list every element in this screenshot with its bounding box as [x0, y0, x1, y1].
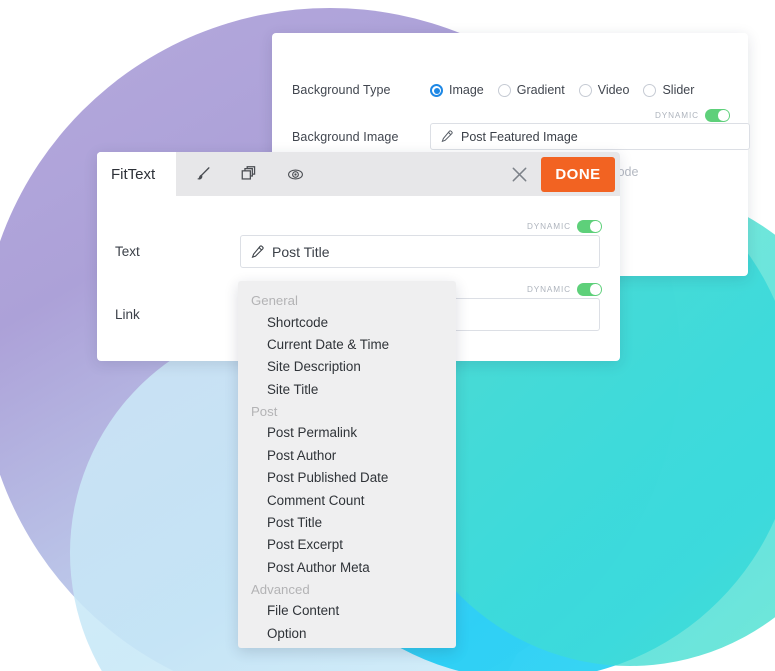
close-icon	[512, 167, 526, 181]
dropdown-item-site-description[interactable]: Site Description	[238, 356, 456, 378]
dropdown-item-post-permalink[interactable]: Post Permalink	[238, 422, 456, 444]
dropdown-group-title-general: General	[251, 293, 298, 308]
radio-option-image[interactable]: Image	[430, 83, 484, 97]
dropdown-item-comment-count[interactable]: Comment Count	[238, 489, 456, 511]
fittext-toolbar: DONE	[176, 152, 620, 196]
pencil-icon	[441, 130, 453, 143]
fittext-header-actions: DONE	[497, 152, 620, 196]
radio-dot-video[interactable]	[578, 83, 592, 97]
dropdown-item-post-excerpt[interactable]: Post Excerpt	[238, 534, 456, 556]
text-field-row: Text Post Title	[115, 235, 600, 268]
link-dynamic-toggle-wrap: DYNAMIC	[527, 283, 602, 296]
duplicate-tool-button[interactable]	[236, 161, 262, 187]
dropdown-item-post-author[interactable]: Post Author	[238, 444, 456, 466]
dynamic-toggle[interactable]	[577, 220, 602, 233]
text-field-value: Post Title	[272, 243, 330, 260]
brush-icon	[197, 167, 210, 180]
dropdown-item-post-author-meta[interactable]: Post Author Meta	[238, 556, 456, 578]
background-image-dynamic-toggle-wrap: DYNAMIC	[655, 109, 730, 122]
pencil-icon	[251, 244, 264, 258]
eye-icon	[287, 168, 303, 180]
background-type-radio-group: Image Gradient Video Slider	[430, 83, 694, 97]
duplicate-icon	[241, 166, 256, 180]
dropdown-group-title-post: Post	[251, 403, 278, 419]
dynamic-label: DYNAMIC	[526, 222, 571, 231]
dropdown-item-post-title[interactable]: Post Title	[238, 512, 456, 534]
radio-label-slider: Slider	[662, 83, 695, 97]
dropdown-item-shortcode[interactable]: Shortcode	[238, 311, 456, 333]
radio-label-video: Video	[597, 83, 630, 97]
dynamic-label: DYNAMIC	[526, 285, 571, 294]
text-field-input[interactable]: Post Title	[240, 235, 600, 268]
text-field-label: Text	[115, 244, 140, 259]
dynamic-label: DYNAMIC	[654, 111, 699, 120]
radio-dot-slider[interactable]	[643, 83, 657, 97]
done-button[interactable]: DONE	[541, 156, 615, 192]
radio-label-gradient: Gradient	[516, 83, 565, 97]
dropdown-item-option[interactable]: Option	[238, 622, 456, 644]
brush-tool-button[interactable]	[190, 161, 216, 187]
radio-option-video[interactable]: Video	[578, 83, 630, 97]
radio-option-gradient[interactable]: Gradient	[497, 83, 565, 97]
dynamic-tags-dropdown[interactable]: General Shortcode Current Date & Time Si…	[238, 281, 456, 648]
dropdown-group-title-advanced: Advanced	[251, 581, 310, 597]
dropdown-item-post-published-date[interactable]: Post Published Date	[238, 467, 456, 489]
dynamic-toggle[interactable]	[705, 109, 730, 122]
background-image-input[interactable]: Post Featured Image	[430, 123, 750, 150]
screenshot-canvas: Background Type Image Gradient Video Sli…	[0, 0, 775, 671]
radio-dot-gradient[interactable]	[497, 83, 511, 97]
preview-tool-button[interactable]	[282, 161, 308, 187]
dropdown-item-request-variable[interactable]: Request Variable	[238, 645, 456, 648]
close-button[interactable]	[497, 152, 541, 196]
dropdown-item-file-content[interactable]: File Content	[238, 600, 456, 622]
text-dynamic-toggle-wrap: DYNAMIC	[527, 220, 602, 233]
radio-dot-image[interactable]	[430, 83, 443, 97]
background-image-label: Background Image	[292, 129, 399, 144]
dropdown-item-current-date-time[interactable]: Current Date & Time	[238, 333, 456, 355]
link-field-label: Link	[115, 307, 140, 322]
background-image-row: Background Image Post Featured Image	[292, 123, 750, 150]
background-type-label: Background Type	[292, 83, 391, 97]
fittext-panel-title: FitText	[97, 152, 176, 196]
dropdown-item-site-title[interactable]: Site Title	[238, 378, 456, 400]
background-type-row: Background Type Image Gradient Video Sli…	[292, 83, 694, 97]
radio-label-image: Image	[449, 83, 484, 97]
dynamic-toggle[interactable]	[577, 283, 602, 296]
radio-option-slider[interactable]: Slider	[643, 83, 694, 97]
background-image-value: Post Featured Image	[461, 129, 578, 144]
fittext-header: FitText DONE	[97, 152, 620, 196]
